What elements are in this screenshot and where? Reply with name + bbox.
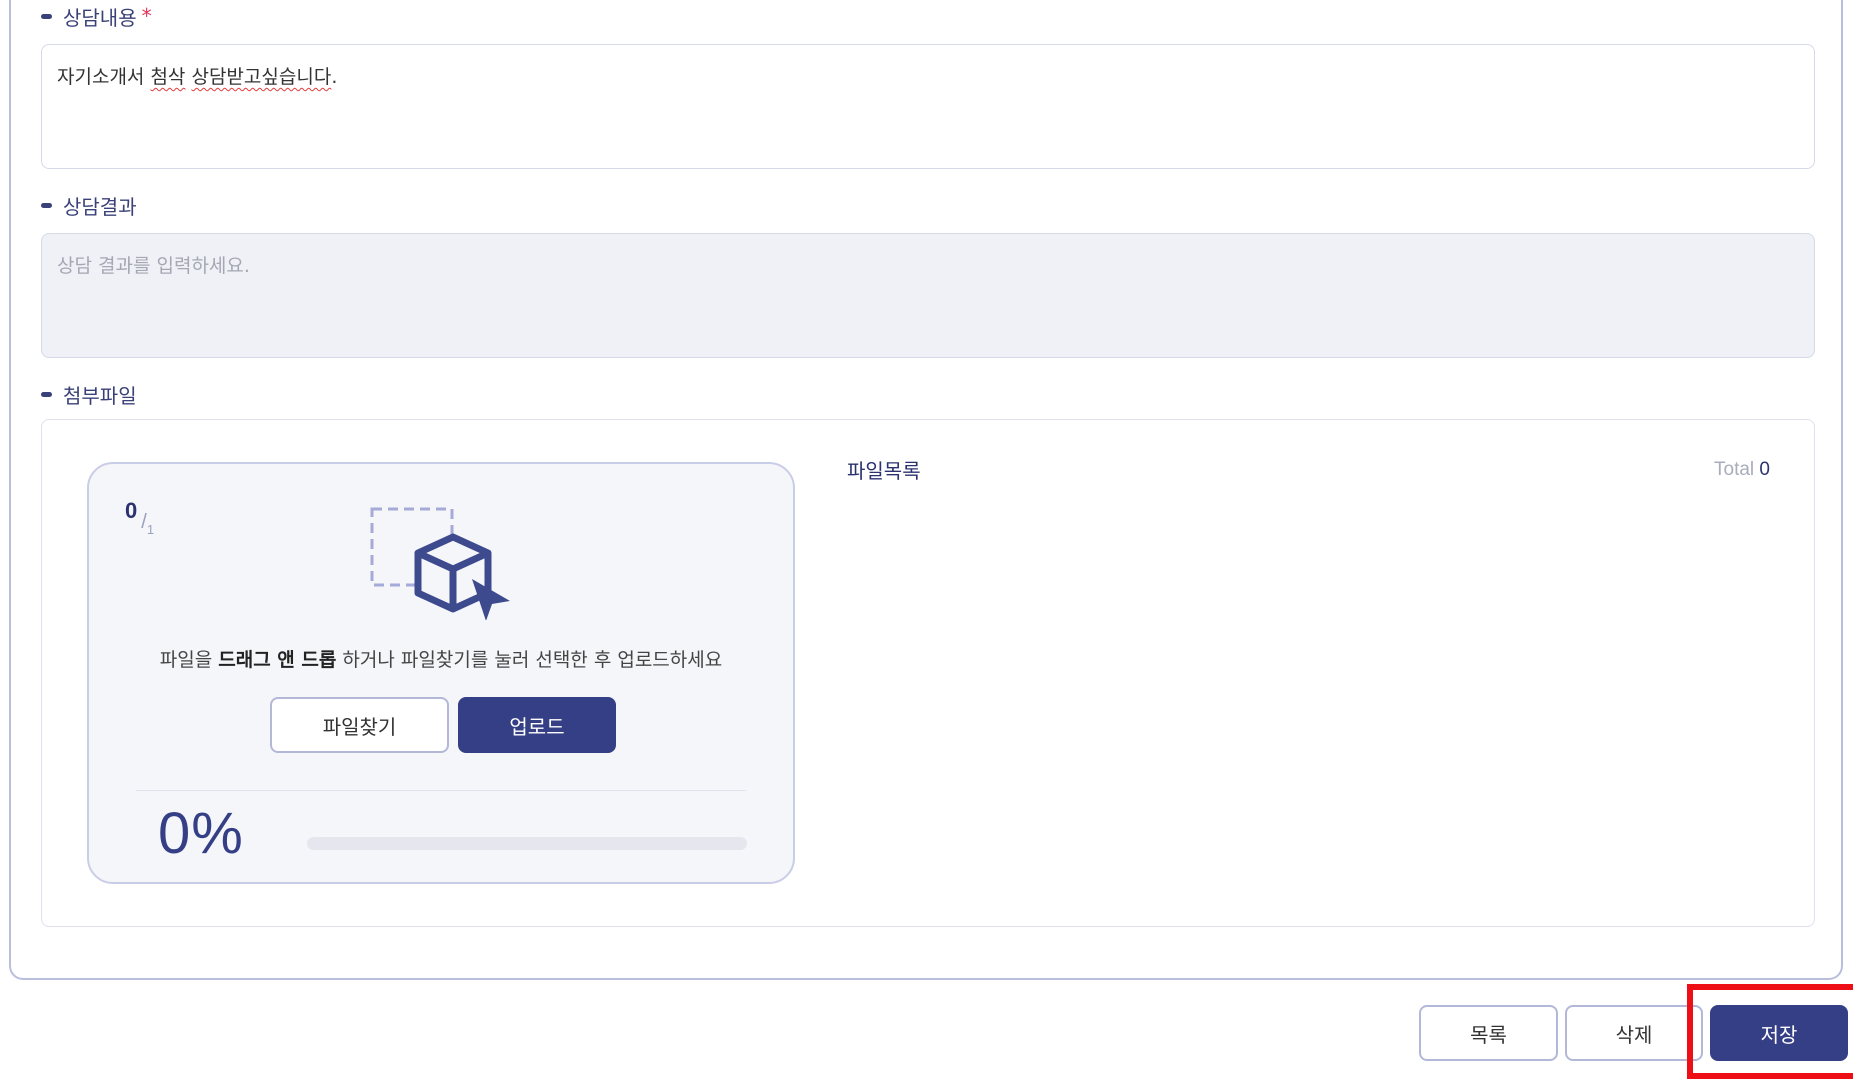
section-dash-icon xyxy=(41,391,52,397)
upload-progress-percent: 0% xyxy=(158,801,244,866)
required-mark: * xyxy=(141,4,152,28)
consult-result-textarea[interactable]: 상담 결과를 입력하세요. xyxy=(41,233,1815,358)
consult-content-label: 상담내용 * xyxy=(41,1,152,31)
consult-result-placeholder: 상담 결과를 입력하세요. xyxy=(57,255,250,277)
find-file-button[interactable]: 파일찾기 xyxy=(270,697,449,753)
file-list-total: Total 0 xyxy=(1714,459,1770,480)
consult-result-label: 상담결과 xyxy=(41,190,137,220)
file-count-indicator: 0/1 xyxy=(125,498,155,537)
attachments-label: 첨부파일 xyxy=(41,379,137,409)
upload-box-icon xyxy=(370,507,510,620)
section-dash-icon xyxy=(41,202,52,208)
delete-button[interactable]: 삭제 xyxy=(1565,1005,1703,1061)
upload-button[interactable]: 업로드 xyxy=(458,697,616,753)
list-button[interactable]: 목록 xyxy=(1419,1005,1558,1061)
upload-hint: 파일을 드래그 앤 드롭 하거나 파일찾기를 눌러 선택한 후 업로드하세요 xyxy=(159,649,723,671)
upload-divider xyxy=(136,790,746,791)
save-button[interactable]: 저장 xyxy=(1710,1005,1848,1061)
file-list-total-count: 0 xyxy=(1759,459,1770,480)
section-dash-icon xyxy=(41,13,52,19)
file-list-title: 파일목록 xyxy=(847,459,921,483)
consult-content-textarea[interactable]: 자기소개서 첨삭 상담받고싶습니다. xyxy=(41,44,1815,169)
upload-progress-bar xyxy=(307,837,747,850)
